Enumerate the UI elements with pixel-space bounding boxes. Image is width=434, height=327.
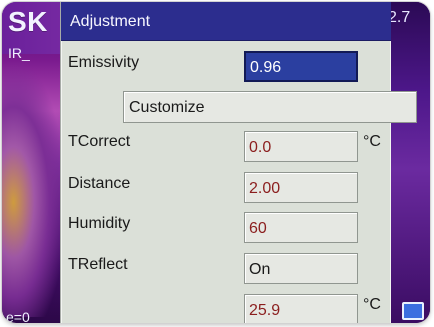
thermal-image-left	[2, 62, 66, 317]
humidity-label: Humidity	[68, 215, 131, 232]
tcorrect-unit: °C	[363, 133, 381, 150]
customize-option[interactable]: Customize	[123, 91, 417, 123]
distance-label: Distance	[68, 175, 131, 192]
treflect-label: TReflect	[68, 256, 128, 273]
adjustment-dialog: Adjustment Emissivity 0.96 Customize TCo…	[60, 2, 417, 323]
emissivity-label: Emissivity	[68, 54, 140, 71]
window-icon[interactable]	[402, 302, 424, 320]
emissivity-field[interactable]: 0.96	[244, 51, 358, 82]
humidity-field[interactable]: 60	[244, 212, 358, 243]
distance-field[interactable]: 2.00	[244, 172, 358, 203]
emissivity-readout: e=0	[6, 309, 30, 323]
dialog-title: Adjustment	[61, 2, 391, 41]
screen-frame: SK 2.7 IR_ e=0 Adjustment Emissivity 0.9…	[2, 2, 430, 323]
thermal-image-right	[388, 2, 430, 323]
tcorrect-field[interactable]: 0.0	[244, 131, 358, 162]
version-text: 2.7	[388, 9, 411, 26]
brand-text: SK	[8, 6, 48, 37]
treflect-temperature-unit: °C	[363, 296, 381, 313]
treflect-temperature-field[interactable]: 25.9	[244, 294, 358, 323]
image-label: IR_	[8, 45, 30, 61]
treflect-toggle[interactable]: On	[244, 253, 358, 284]
tcorrect-label: TCorrect	[68, 133, 131, 150]
